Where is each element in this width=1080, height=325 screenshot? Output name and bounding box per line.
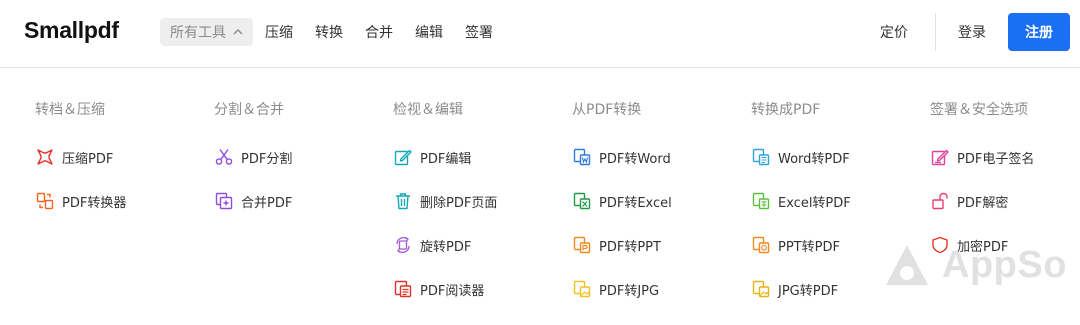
nav-item-compress[interactable]: 压缩 [265, 22, 293, 42]
menu-item-label: 压缩PDF [62, 151, 114, 167]
nav-item-convert[interactable]: 转换 [315, 22, 343, 42]
sign-icon [930, 147, 950, 167]
jpg-icon [751, 279, 771, 299]
menu-item-pdf-to-jpg[interactable]: PDF转JPG [572, 277, 659, 301]
nav-item-sign[interactable]: 签署 [465, 22, 493, 42]
menu-item-label: PPT转PDF [778, 239, 840, 255]
rotate-icon [393, 235, 413, 255]
menu-item-label: PDF转Excel [599, 195, 672, 211]
menu-item-ppt-to-pdf[interactable]: PPT转PDF [751, 233, 840, 257]
unlock-icon [930, 191, 950, 211]
menu-item-label: PDF编辑 [420, 151, 472, 167]
column-title: 转换成PDF [751, 102, 821, 118]
menu-item-rotate-pdf[interactable]: 旋转PDF [393, 233, 471, 257]
menu-item-merge-pdf[interactable]: 合并PDF [214, 189, 292, 213]
compress-icon [35, 147, 55, 167]
word-icon [572, 147, 592, 167]
menu-item-label: PDF转换器 [62, 195, 127, 211]
reader-icon [393, 279, 413, 299]
watermark-text: AppSo [942, 243, 1067, 286]
menu-item-label: Word转PDF [778, 151, 850, 167]
edit-icon [393, 147, 413, 167]
menu-item-pdf-to-ppt[interactable]: PDF转PPT [572, 233, 661, 257]
ppt-icon [751, 235, 771, 255]
menu-item-esign-pdf[interactable]: PDF电子签名 [930, 145, 1034, 169]
column-title: 分割＆合并 [214, 102, 284, 118]
converter-icon [35, 191, 55, 211]
jpg-icon [572, 279, 592, 299]
column-title: 检视＆编辑 [393, 102, 463, 118]
header-divider [935, 13, 936, 51]
menu-item-label: 合并PDF [241, 195, 293, 211]
column-title: 从PDF转换 [572, 102, 642, 118]
menu-item-delete-pages[interactable]: 删除PDF页面 [393, 189, 497, 213]
menu-item-unlock-pdf[interactable]: PDF解密 [930, 189, 1008, 213]
menu-item-pdf-to-excel[interactable]: PDF转Excel [572, 189, 672, 213]
menu-item-label: PDF转Word [599, 151, 671, 167]
all-tools-label: 所有工具 [170, 25, 226, 41]
menu-item-pdf-reader[interactable]: PDF阅读器 [393, 277, 484, 301]
menu-item-compress-pdf[interactable]: 压缩PDF [35, 145, 113, 169]
login-link[interactable]: 登录 [958, 22, 986, 42]
signup-button[interactable]: 注册 [1008, 13, 1070, 51]
menu-item-label: PDF转PPT [599, 239, 661, 255]
menu-item-label: PDF解密 [957, 195, 1009, 211]
menu-item-label: PDF阅读器 [420, 283, 485, 299]
all-tools-dropdown[interactable]: 所有工具 [160, 18, 253, 46]
header-actions: 定价 登录 注册 [880, 13, 1070, 51]
main-nav: 所有工具 压缩 转换 合并 编辑 签署 [160, 18, 503, 46]
chevron-up-icon [233, 29, 243, 35]
menu-item-label: 旋转PDF [420, 239, 472, 255]
word-icon [751, 147, 771, 167]
trash-icon [393, 191, 413, 211]
nav-item-merge[interactable]: 合并 [365, 22, 393, 42]
nav-item-edit[interactable]: 编辑 [415, 22, 443, 42]
menu-item-word-to-pdf[interactable]: Word转PDF [751, 145, 850, 169]
appso-watermark: AppSo [884, 243, 1067, 287]
menu-item-edit-pdf[interactable]: PDF编辑 [393, 145, 471, 169]
menu-item-pdf-to-word[interactable]: PDF转Word [572, 145, 671, 169]
ppt-icon [572, 235, 592, 255]
column-title: 签署＆安全选项 [930, 102, 1028, 118]
excel-icon [751, 191, 771, 211]
menu-item-jpg-to-pdf[interactable]: JPG转PDF [751, 277, 838, 301]
menu-item-label: PDF电子签名 [957, 151, 1035, 167]
menu-item-label: Excel转PDF [778, 195, 851, 211]
menu-item-label: 删除PDF页面 [420, 195, 498, 211]
pricing-link[interactable]: 定价 [880, 22, 908, 42]
smallpdf-logo[interactable]: Smallpdf [24, 17, 119, 44]
scissors-icon [214, 147, 234, 167]
column-title: 转档＆压缩 [35, 102, 105, 118]
menu-item-excel-to-pdf[interactable]: Excel转PDF [751, 189, 851, 213]
menu-item-split-pdf[interactable]: PDF分割 [214, 145, 292, 169]
appso-logo-icon [886, 245, 928, 285]
excel-icon [572, 191, 592, 211]
menu-item-label: PDF分割 [241, 151, 293, 167]
menu-item-label: PDF转JPG [599, 283, 660, 299]
menu-item-label: JPG转PDF [778, 283, 839, 299]
menu-item-pdf-converter[interactable]: PDF转换器 [35, 189, 126, 213]
merge-icon [214, 191, 234, 211]
top-navigation-bar: Smallpdf 所有工具 压缩 转换 合并 编辑 签署 定价 登录 注册 [0, 0, 1080, 68]
